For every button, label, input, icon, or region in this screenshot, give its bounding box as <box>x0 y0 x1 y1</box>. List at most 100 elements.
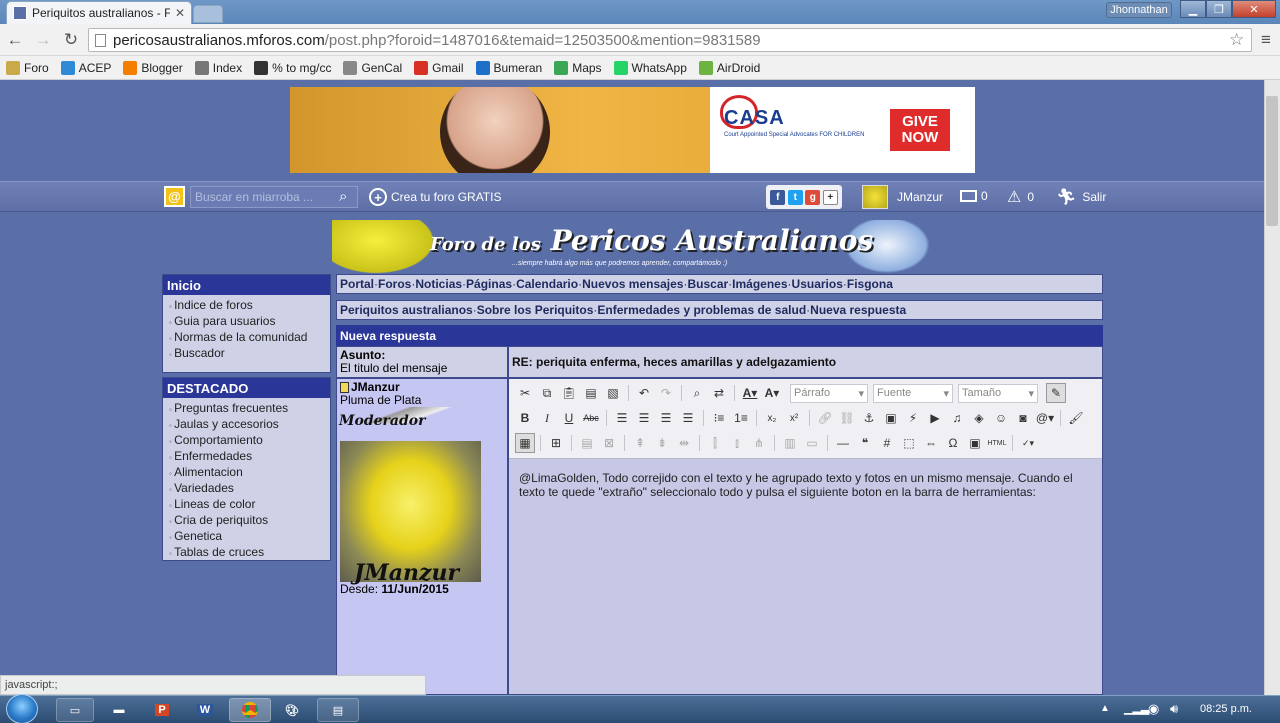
camera-icon[interactable]: ◙ <box>1013 408 1033 428</box>
close-tab-icon[interactable]: ✕ <box>175 6 185 20</box>
powerpoint-icon[interactable]: P <box>143 698 181 722</box>
bookmark-gencal[interactable]: GenCal <box>343 60 402 75</box>
superscript-icon[interactable]: x² <box>784 408 804 428</box>
sidebar-item-normas-de-la-comunidad[interactable]: Normas de la comunidad <box>169 330 330 346</box>
sidebar-item-alimentacion[interactable]: Alimentacion <box>169 465 330 481</box>
find-icon[interactable]: ⌕ <box>687 383 707 403</box>
give-now-button[interactable]: GIVE NOW <box>890 109 950 151</box>
nav-link-imágenes[interactable]: Imágenes <box>732 277 787 291</box>
menu-icon[interactable]: ≡ <box>1255 30 1277 50</box>
close-window-button[interactable]: ✕ <box>1232 0 1276 18</box>
breadcrumb-link-enfermedades-y-problemas-de-salud[interactable]: Enfermedades y problemas de salud <box>597 303 806 317</box>
twitter-icon[interactable]: t <box>787 189 803 205</box>
nav-link-usuarios[interactable]: Usuarios <box>792 277 843 291</box>
brush-icon[interactable]: 🖌︎ <box>1066 408 1086 428</box>
back-button[interactable]: ← <box>4 30 26 50</box>
avatar[interactable] <box>862 185 888 209</box>
breadcrumb-link-nueva-respuesta[interactable]: Nueva respuesta <box>810 303 906 317</box>
facebook-icon[interactable]: f <box>770 189 786 205</box>
bullet-list-icon[interactable]: ⁝≡ <box>709 408 729 428</box>
numbered-list-icon[interactable]: 1≡ <box>731 408 751 428</box>
mention-icon[interactable]: @▾ <box>1035 408 1055 428</box>
nav-link-fisgona[interactable]: Fisgona <box>847 277 893 291</box>
nav-link-portal[interactable]: Portal <box>340 277 374 291</box>
forward-button[interactable]: → <box>32 30 54 50</box>
anchor-icon[interactable]: ⚓ <box>859 408 879 428</box>
nav-link-buscar[interactable]: Buscar <box>687 277 728 291</box>
justify-icon[interactable]: ☰ <box>678 408 698 428</box>
create-forum-link[interactable]: + Crea tu foro GRATIS <box>369 188 501 206</box>
html-icon[interactable]: HTML <box>987 433 1007 453</box>
sidebar-item-variedades[interactable]: Variedades <box>169 481 330 497</box>
bookmark-airdroid[interactable]: AirDroid <box>698 60 760 75</box>
smiley-icon[interactable]: ☺ <box>991 408 1011 428</box>
bookmark-gmail[interactable]: Gmail <box>414 60 464 75</box>
bookmark--to-mg-cc[interactable]: % to mg/cc <box>254 60 331 75</box>
sidebar-item-tablas-de-cruces[interactable]: Tablas de cruces <box>169 545 330 561</box>
table-icon[interactable]: ▦ <box>515 433 535 453</box>
unlink-icon[interactable]: ⛓ <box>837 408 857 428</box>
italic-icon[interactable]: I <box>537 408 557 428</box>
search-icon[interactable]: ⌕ <box>339 188 347 205</box>
search-input[interactable] <box>195 190 335 204</box>
network-drive-icon[interactable]: ▬ <box>100 698 138 722</box>
paste-word-icon[interactable]: ▧ <box>603 383 623 403</box>
bookmark-blogger[interactable]: Blogger <box>123 60 183 75</box>
insert-col-after-icon[interactable]: ⫾ <box>727 433 747 453</box>
delete-row-icon[interactable]: ⇹ <box>674 433 694 453</box>
paste-icon[interactable]: 📋︎ <box>559 383 579 403</box>
video-icon[interactable]: ▶ <box>925 408 945 428</box>
show-hidden-icons[interactable]: ▲ <box>1100 703 1110 714</box>
insert-row-before-icon[interactable]: ⇞ <box>630 433 650 453</box>
text-color-icon[interactable]: A▾ <box>740 383 760 403</box>
audio-icon[interactable]: ♫ <box>947 408 967 428</box>
bookmark-acep[interactable]: ACEP <box>60 60 111 75</box>
size-select[interactable]: Tamaño ▾ <box>958 383 1038 403</box>
sidebar-item-jaulas-y-accesorios[interactable]: Jaulas y accesorios <box>169 417 330 433</box>
align-left-icon[interactable]: ☰ <box>612 408 632 428</box>
strikethrough-icon[interactable]: Abc <box>581 408 601 428</box>
explorer-icon[interactable]: ▭ <box>56 698 94 722</box>
spellcheck-icon[interactable]: ✓▾ <box>1018 433 1038 453</box>
format-select[interactable]: Párrafo ▾ <box>790 383 868 403</box>
logout-link[interactable]: 🏃︎ Salir <box>1056 187 1106 207</box>
underline-icon[interactable]: U <box>559 408 579 428</box>
subscript-icon[interactable]: x₂ <box>762 408 782 428</box>
miarroba-logo[interactable]: @ <box>164 186 185 207</box>
paste-text-icon[interactable]: ▤ <box>581 383 601 403</box>
scrollbar-thumb[interactable] <box>1266 96 1278 226</box>
merge-cells-icon[interactable]: ▭ <box>802 433 822 453</box>
sidebar-item-comportamiento[interactable]: Comportamiento <box>169 433 330 449</box>
sidebar-item-guia-para-usuarios[interactable]: Guia para usuarios <box>169 314 330 330</box>
insert-col-before-icon[interactable]: ⫿ <box>705 433 725 453</box>
nonbreaking-icon[interactable]: ⇔ <box>921 433 941 453</box>
messages-link[interactable]: 0 <box>960 189 988 203</box>
link-icon[interactable]: 🔗︎ <box>815 408 835 428</box>
bookmark-index[interactable]: Index <box>194 60 242 75</box>
cut-icon[interactable]: ✂ <box>515 383 535 403</box>
sidebar-item-cria-de-periquitos[interactable]: Cria de periquitos <box>169 513 330 529</box>
flash-icon[interactable]: ⚡ <box>903 408 923 428</box>
network-icon[interactable]: ◉ <box>1148 701 1159 717</box>
nav-link-nuevos-mensajes[interactable]: Nuevos mensajes <box>582 277 683 291</box>
remove-format-icon[interactable]: ✎ <box>1046 383 1066 403</box>
advertisement[interactable]: CASA Court Appointed Special Advocates F… <box>290 87 975 173</box>
minimize-button[interactable]: ▁ <box>1180 0 1206 18</box>
chrome-icon[interactable] <box>229 698 271 722</box>
bookmark-foro[interactable]: Foro <box>6 60 49 75</box>
volume-icon[interactable]: 🔊︎ <box>1170 701 1178 717</box>
more-share-icon[interactable]: + <box>822 189 838 205</box>
nav-link-foros[interactable]: Foros <box>378 277 411 291</box>
profile-name[interactable]: Jhonnathan <box>1106 2 1172 18</box>
bookmark-star-icon[interactable]: ☆ <box>1229 30 1244 50</box>
omega-icon[interactable]: Ω <box>943 433 963 453</box>
copy-icon[interactable]: ⧉ <box>537 383 557 403</box>
bold-icon[interactable]: B <box>515 408 535 428</box>
editor-body[interactable]: @LimaGolden, Todo correjido con el texto… <box>519 471 1095 499</box>
new-tab-button[interactable] <box>193 5 223 23</box>
username-link[interactable]: JManzur <box>897 190 943 204</box>
forum-banner[interactable]: Foro de los Pericos Australianos ...siem… <box>332 220 934 274</box>
image-icon[interactable]: ▣ <box>881 408 901 428</box>
reload-button[interactable]: ↻ <box>60 30 82 50</box>
notepad-icon[interactable]: ▤ <box>317 698 359 722</box>
